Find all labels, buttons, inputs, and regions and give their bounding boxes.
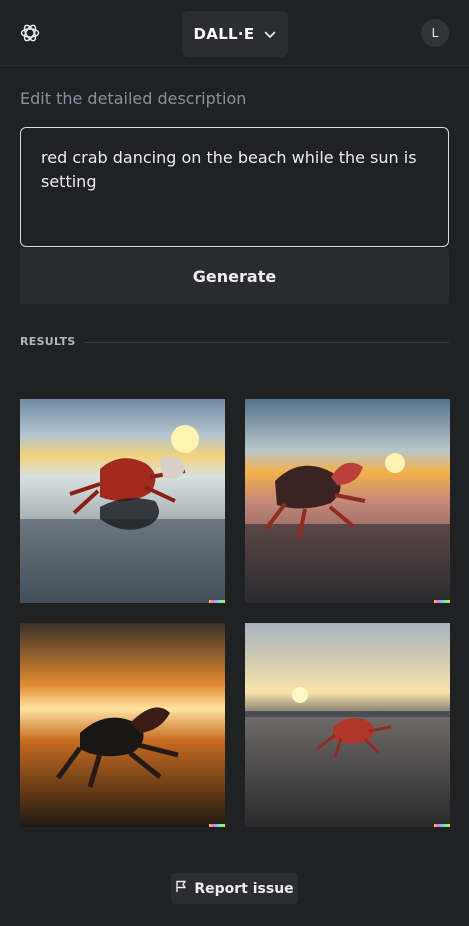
result-image-3[interactable] <box>20 623 225 827</box>
model-label: DALL·E <box>193 25 255 43</box>
result-image-4[interactable] <box>245 623 450 827</box>
prompt-textarea[interactable]: red crab dancing on the beach while the … <box>20 127 449 247</box>
chevron-down-icon <box>264 25 276 43</box>
report-issue-button[interactable]: Report issue <box>171 873 298 904</box>
image-badge <box>209 600 225 603</box>
avatar-initial: L <box>431 26 439 40</box>
top-bar: DALL·E L <box>0 0 469 66</box>
user-avatar[interactable]: L <box>421 19 449 47</box>
model-selector-button[interactable]: DALL·E <box>182 11 288 57</box>
results-heading: RESULTS <box>20 335 76 348</box>
result-image-1[interactable] <box>20 399 225 603</box>
image-badge <box>434 600 450 603</box>
result-image-2[interactable] <box>245 399 450 603</box>
openai-logo-icon[interactable] <box>19 22 41 44</box>
results-divider <box>84 342 449 343</box>
description-label: Edit the detailed description <box>20 89 247 108</box>
generate-button[interactable]: Generate <box>20 248 449 304</box>
report-issue-label: Report issue <box>194 880 294 897</box>
image-badge <box>209 824 225 827</box>
image-badge <box>434 824 450 827</box>
flag-icon <box>175 880 187 897</box>
